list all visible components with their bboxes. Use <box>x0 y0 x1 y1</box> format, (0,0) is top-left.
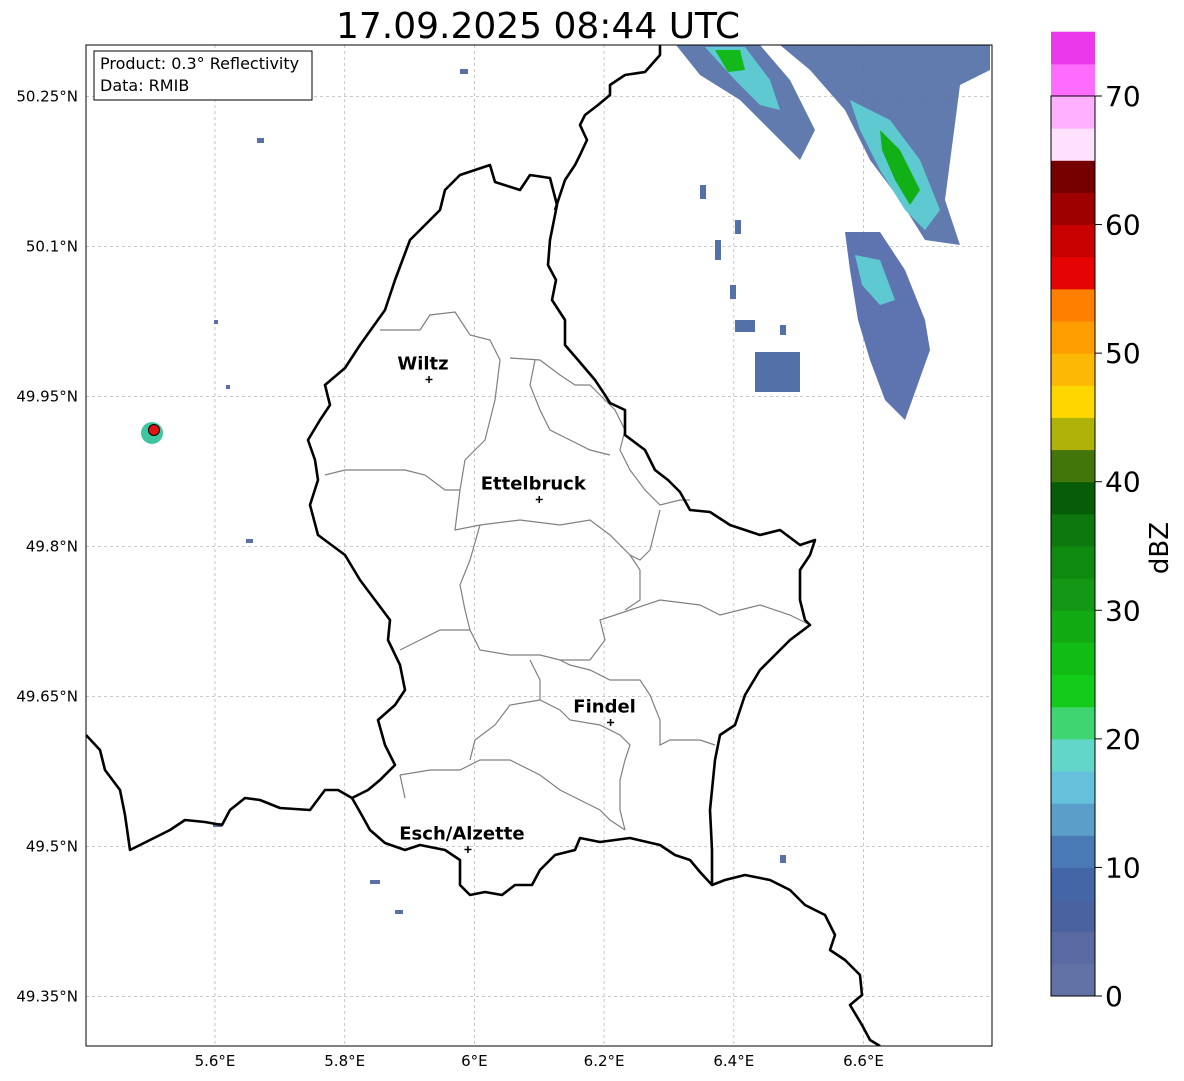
radar-echo-cell <box>226 385 230 389</box>
radar-echo-cell <box>755 352 800 392</box>
colorbar-segment <box>1051 835 1095 868</box>
colorbar-segment <box>1051 63 1095 97</box>
radar-echo-cell <box>246 539 253 543</box>
colorbar-tick-label: 20 <box>1105 723 1141 756</box>
radar-site <box>141 422 163 444</box>
latitude-labels: 50.25°N 50.1°N 49.95°N 49.8°N 49.65°N 49.5°N 4… <box>16 88 78 1006</box>
colorbar-segment <box>1051 321 1095 354</box>
colorbar-segment <box>1051 481 1095 515</box>
colorbar-segment <box>1051 963 1095 997</box>
colorbar-tick-label: 60 <box>1105 209 1141 242</box>
lon-tick-label: 6.6°E <box>843 1052 884 1070</box>
colorbar-ticks: 0 10 20 30 40 50 60 70 <box>1095 80 1141 1013</box>
radar-echo-cell <box>700 185 706 199</box>
lon-tick-label: 6.4°E <box>713 1052 754 1070</box>
colorbar-tick-label: 10 <box>1105 851 1141 884</box>
radar-echo-cell <box>715 240 721 260</box>
colorbar-segment <box>1051 546 1095 579</box>
colorbar-segment <box>1051 31 1095 65</box>
colorbar-segment <box>1051 353 1095 386</box>
radar-echo-cell <box>735 220 741 234</box>
colorbar-tick-label: 50 <box>1105 337 1141 370</box>
colorbar-segment <box>1051 192 1095 226</box>
colorbar-segment <box>1051 256 1095 290</box>
lat-tick-label: 49.95°N <box>16 388 78 406</box>
colorbar-segment <box>1051 128 1095 161</box>
lat-tick-label: 49.35°N <box>16 988 78 1006</box>
radar-echo-cell <box>780 325 786 335</box>
colorbar-tick-label: 40 <box>1105 466 1141 499</box>
colorbar-segment <box>1051 674 1095 708</box>
colorbar-segment <box>1051 931 1095 965</box>
radar-echo-cell <box>257 138 264 143</box>
radar-echo-cell <box>214 320 218 324</box>
city-label: Esch/Alzette <box>399 824 524 845</box>
radar-echo-cell <box>370 880 380 884</box>
colorbar-segment <box>1051 771 1095 804</box>
radar-echo-cell <box>735 320 755 332</box>
city-label: Ettelbruck <box>481 474 587 495</box>
info-box: Product: 0.3° Reflectivity Data: RMIB <box>93 50 313 101</box>
info-data-source: Data: RMIB <box>100 76 189 95</box>
radar-echo-cell <box>395 910 403 914</box>
colorbar-segment <box>1051 578 1095 611</box>
colorbar-segment <box>1051 867 1095 901</box>
map-panel: Wiltz Ettelbruck Findel Esch/Alzette Produc… <box>16 44 993 1070</box>
lat-tick-label: 49.65°N <box>16 688 78 706</box>
lat-tick-label: 49.5°N <box>26 838 78 856</box>
info-product: Product: 0.3° Reflectivity <box>100 54 299 73</box>
colorbar-segment <box>1051 417 1095 451</box>
colorbar-segment <box>1051 160 1095 193</box>
radar-echo-cell <box>460 69 468 74</box>
colorbar-segment <box>1051 803 1095 836</box>
colorbar-segment <box>1051 899 1095 933</box>
radar-echo-cell <box>730 285 736 299</box>
colorbar-segment <box>1051 385 1095 418</box>
lat-tick-label: 50.1°N <box>26 238 78 256</box>
colorbar-segment <box>1051 449 1095 483</box>
colorbar-segment <box>1051 610 1095 643</box>
city-label: Wiltz <box>397 354 448 375</box>
colorbar-segment <box>1051 738 1095 772</box>
colorbar-segments <box>1051 31 1095 997</box>
colorbar-segment <box>1051 96 1095 129</box>
colorbar-segment <box>1051 706 1095 740</box>
radar-echo-cell <box>780 855 786 863</box>
colorbar-tick-label: 0 <box>1105 980 1123 1013</box>
lon-tick-label: 6°E <box>461 1052 488 1070</box>
colorbar-tick-label: 70 <box>1105 80 1141 113</box>
lat-tick-label: 49.8°N <box>26 538 78 556</box>
longitude-labels: 5.6°E 5.8°E 6°E 6.2°E 6.4°E 6.6°E <box>195 1052 884 1070</box>
city-label: Findel <box>573 697 636 718</box>
lat-tick-label: 50.25°N <box>16 88 78 106</box>
colorbar-label: dBZ <box>1145 522 1175 574</box>
map-title: 17.09.2025 08:44 UTC <box>336 6 740 47</box>
lon-tick-label: 5.8°E <box>324 1052 365 1070</box>
colorbar-segment <box>1051 642 1095 676</box>
colorbar-segment <box>1051 288 1095 322</box>
colorbar-segment <box>1051 224 1095 258</box>
lon-tick-label: 6.2°E <box>584 1052 625 1070</box>
colorbar-tick-label: 30 <box>1105 594 1141 627</box>
lon-tick-label: 5.6°E <box>195 1052 236 1070</box>
radar-map-figure: 17.09.2025 08:44 UTC WiltzEttelbruckFind… <box>16 6 1175 1070</box>
colorbar: 0 10 20 30 40 50 60 70 dBZ <box>1050 31 1175 1013</box>
colorbar-segment <box>1051 513 1095 547</box>
